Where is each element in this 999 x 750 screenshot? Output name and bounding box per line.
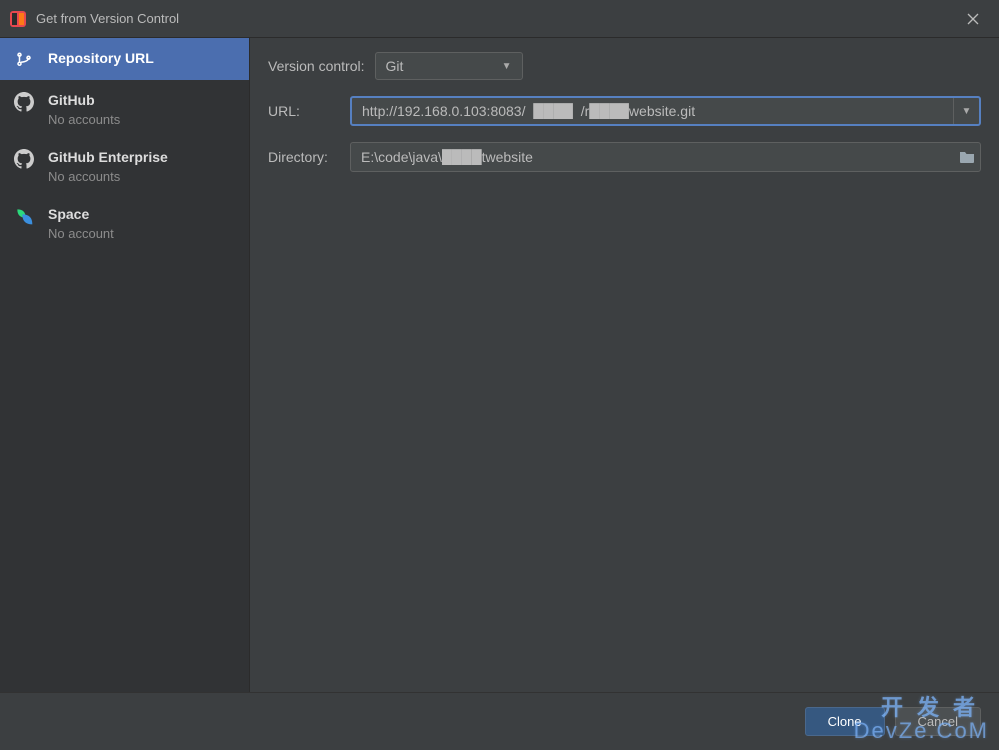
directory-input-wrapper	[350, 142, 981, 172]
sidebar-item-space[interactable]: Space No account	[0, 194, 249, 251]
github-icon	[14, 149, 34, 169]
sidebar-item-github[interactable]: GitHub No accounts	[0, 80, 249, 137]
space-icon	[14, 206, 34, 226]
browse-directory-button[interactable]	[954, 143, 980, 171]
branch-icon	[14, 50, 34, 70]
directory-input[interactable]	[351, 143, 954, 171]
url-input-wrapper: ▼	[350, 96, 981, 126]
sidebar-item-label: GitHub Enterprise	[48, 149, 168, 165]
sidebar-item-sublabel: No accounts	[48, 169, 168, 184]
version-control-label: Version control:	[268, 58, 365, 74]
url-label: URL:	[268, 103, 350, 119]
sidebar-item-sublabel: No account	[48, 226, 114, 241]
window-title: Get from Version Control	[36, 11, 957, 26]
sidebar-item-label: Space	[48, 206, 114, 222]
url-history-dropdown[interactable]: ▼	[953, 98, 979, 124]
main-panel: Version control: Git ▼ URL: ▼ Directory:	[250, 38, 999, 692]
sidebar-item-label: Repository URL	[48, 50, 154, 66]
sidebar-item-github-enterprise[interactable]: GitHub Enterprise No accounts	[0, 137, 249, 194]
version-control-select[interactable]: Git ▼	[375, 52, 523, 80]
sidebar-item-sublabel: No accounts	[48, 112, 120, 127]
url-input[interactable]	[352, 98, 953, 124]
chevron-down-icon: ▼	[962, 106, 972, 117]
chevron-down-icon: ▼	[502, 61, 512, 72]
folder-icon	[959, 150, 975, 164]
sidebar-item-repository-url[interactable]: Repository URL	[0, 38, 249, 80]
footer: Clone Cancel	[0, 692, 999, 750]
cancel-button[interactable]: Cancel	[895, 707, 981, 736]
sidebar-item-label: GitHub	[48, 92, 120, 108]
directory-label: Directory:	[268, 149, 350, 165]
sidebar: Repository URL GitHub No accounts GitHub…	[0, 38, 250, 692]
clone-button[interactable]: Clone	[805, 707, 885, 736]
close-icon[interactable]	[957, 3, 989, 35]
app-icon	[10, 11, 26, 27]
github-icon	[14, 92, 34, 112]
titlebar: Get from Version Control	[0, 0, 999, 38]
version-control-value: Git	[386, 58, 404, 74]
